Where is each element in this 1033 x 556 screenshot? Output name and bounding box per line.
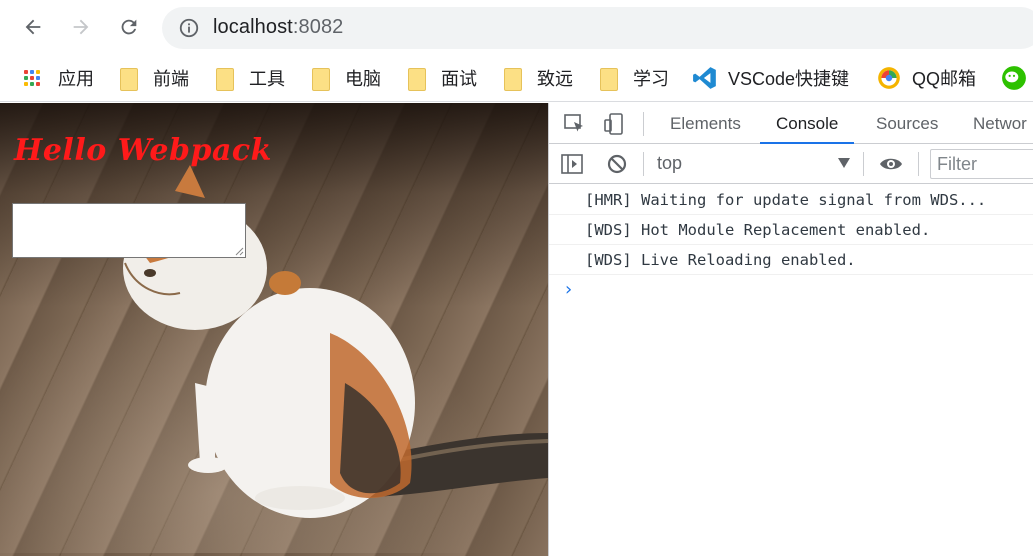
- tab-sources[interactable]: Sources: [876, 103, 938, 144]
- address-bar[interactable]: localhost:8082: [162, 7, 1033, 49]
- clear-console-icon[interactable]: [605, 152, 629, 176]
- console-message: [WDS] Hot Module Replacement enabled.: [549, 215, 1033, 245]
- bookmark-label: 应用: [58, 69, 94, 89]
- bookmark-label: VSCode快捷键: [728, 69, 850, 89]
- folder-icon: [408, 67, 426, 91]
- wechat-icon: [1002, 66, 1026, 90]
- arrow-right-icon: [73, 19, 89, 35]
- console-message: [HMR] Waiting for update signal from WDS…: [549, 185, 1033, 215]
- url-port: :8082: [292, 16, 344, 38]
- page-viewport: Hello Webpack: [0, 103, 548, 556]
- apps-icon: [22, 68, 42, 88]
- bookmark-label: 电脑: [345, 69, 381, 89]
- inspect-element-icon[interactable]: [563, 112, 587, 136]
- vscode-icon: [693, 67, 716, 89]
- console-message: [WDS] Live Reloading enabled.: [549, 245, 1033, 275]
- divider: [863, 152, 864, 176]
- folder-icon: [504, 67, 522, 91]
- folder-icon: [216, 67, 234, 91]
- url-host: localhost: [213, 16, 293, 38]
- page-heading: Hello Webpack: [14, 133, 272, 168]
- arrow-left-icon: [25, 19, 41, 35]
- bookmark-folder[interactable]: 工具: [216, 64, 285, 92]
- filter-input[interactable]: Filter: [930, 149, 1033, 179]
- bookmark-label: 致远: [537, 69, 573, 89]
- folder-icon: [600, 67, 618, 91]
- bookmark-label: 面试: [441, 69, 477, 89]
- dropdown-arrow-icon[interactable]: [838, 158, 850, 168]
- bookmark-folder[interactable]: 致远: [504, 64, 573, 92]
- sidebar-toggle-icon[interactable]: [560, 152, 584, 176]
- reload-icon: [121, 19, 137, 35]
- console-prompt[interactable]: ›: [563, 279, 574, 300]
- eye-icon[interactable]: [878, 153, 904, 175]
- url-text[interactable]: localhost:8082: [213, 16, 343, 39]
- divider: [918, 152, 919, 176]
- browser-toolbar: localhost:8082: [0, 0, 1033, 56]
- bookmark-apps[interactable]: 应用: [22, 64, 94, 92]
- bookmark-folder[interactable]: 电脑: [312, 64, 381, 92]
- divider: [643, 152, 644, 176]
- tab-console[interactable]: Console: [759, 103, 855, 144]
- back-button[interactable]: [16, 10, 50, 44]
- info-icon[interactable]: [178, 17, 200, 39]
- bookmarks-bar: 应用 前端 工具 电脑 面试 致远 学习 VSCode快捷键 QQ邮箱: [0, 56, 1033, 102]
- bookmark-label: 工具: [249, 69, 285, 89]
- console-toolbar: top Filter: [549, 144, 1033, 184]
- resize-handle-icon[interactable]: [234, 246, 244, 256]
- folder-icon: [120, 67, 138, 91]
- devtools-panel: Elements Console Sources Networ top Filt…: [548, 103, 1033, 556]
- bookmark-label: 学习: [633, 69, 669, 89]
- bookmark-qqmail[interactable]: QQ邮箱: [876, 64, 976, 92]
- bookmark-vscode[interactable]: VSCode快捷键: [692, 64, 849, 92]
- bookmark-label: QQ邮箱: [912, 69, 977, 89]
- divider: [643, 112, 644, 136]
- text-input[interactable]: [12, 203, 246, 258]
- device-toggle-icon[interactable]: [602, 112, 626, 136]
- devtools-tabbar: Elements Console Sources Networ: [549, 103, 1033, 144]
- bookmark-folder[interactable]: 前端: [120, 64, 189, 92]
- qqmail-icon: [878, 67, 900, 89]
- bookmark-folder[interactable]: 学习: [600, 64, 669, 92]
- forward-button[interactable]: [64, 10, 98, 44]
- bookmark-wechat[interactable]: [1000, 64, 1028, 92]
- reload-button[interactable]: [112, 10, 146, 44]
- bookmark-folder[interactable]: 面试: [408, 64, 477, 92]
- console-output: [HMR] Waiting for update signal from WDS…: [549, 185, 1033, 275]
- cat-photo: [123, 165, 548, 518]
- folder-icon: [312, 67, 330, 91]
- tab-network[interactable]: Networ: [973, 103, 1027, 144]
- tab-elements[interactable]: Elements: [670, 103, 741, 144]
- bookmark-label: 前端: [153, 69, 189, 89]
- context-selector[interactable]: top: [657, 153, 682, 174]
